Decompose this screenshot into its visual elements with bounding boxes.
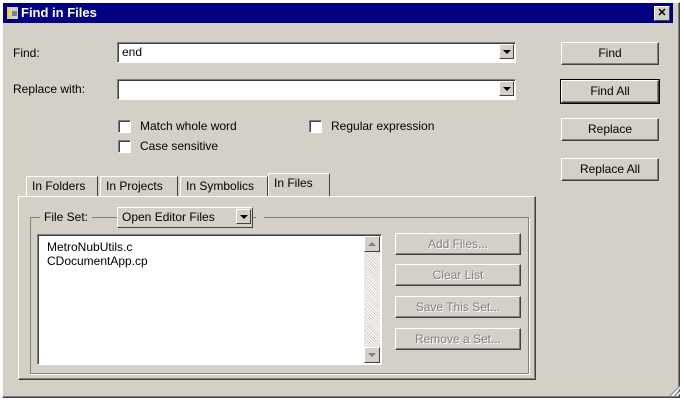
clear-list-button[interactable]: Clear List [395, 264, 521, 286]
match-whole-word-checkbox[interactable] [118, 120, 131, 133]
close-icon: ✕ [657, 7, 667, 19]
group-gap [256, 217, 264, 233]
replace-combo[interactable] [117, 79, 516, 100]
remove-a-set-button[interactable]: Remove a Set... [395, 328, 521, 350]
tab-in-projects[interactable]: In Projects [100, 176, 178, 196]
regular-expression-checkbox[interactable] [309, 120, 322, 133]
file-set-label: File Set: [40, 210, 93, 225]
file-list[interactable]: MetroNubUtils.c CDocumentApp.cp [37, 234, 382, 365]
find-dropdown-button[interactable] [499, 44, 514, 59]
list-item[interactable]: CDocumentApp.cp [47, 254, 148, 268]
replace-dropdown-button[interactable] [499, 81, 514, 96]
file-list-scrollbar[interactable] [364, 236, 380, 363]
tab-in-folders[interactable]: In Folders [26, 176, 98, 196]
scroll-up-button[interactable] [364, 236, 380, 252]
regular-expression-label: Regular expression [331, 119, 435, 133]
close-button[interactable]: ✕ [654, 6, 670, 21]
scroll-down-button[interactable] [364, 347, 380, 363]
file-set-dropdown[interactable]: Open Editor Files [117, 207, 253, 228]
find-input[interactable]: end [122, 45, 142, 60]
case-sensitive-label: Case sensitive [140, 139, 219, 153]
find-combo[interactable]: end [117, 42, 516, 63]
file-set-dropdown-button[interactable] [236, 209, 251, 224]
window-title: Find in Files [21, 5, 97, 20]
find-button[interactable]: Find [561, 42, 659, 65]
replace-label: Replace with: [13, 82, 86, 96]
tab-in-symbolics[interactable]: In Symbolics [180, 176, 268, 196]
tab-in-files[interactable]: In Files [268, 173, 330, 196]
title-bar[interactable]: Find in Files ✕ [3, 3, 673, 23]
replace-all-button[interactable]: Replace All [561, 158, 659, 181]
list-item[interactable]: MetroNubUtils.c [47, 240, 132, 254]
match-whole-word-label: Match whole word [140, 119, 237, 133]
file-set-value: Open Editor Files [122, 210, 215, 224]
save-this-set-button[interactable]: Save This Set... [395, 296, 521, 318]
find-label: Find: [13, 46, 40, 60]
find-all-button[interactable]: Find All [560, 79, 660, 104]
case-sensitive-checkbox[interactable] [118, 140, 131, 153]
resize-grip-icon[interactable] [668, 384, 680, 396]
add-files-button[interactable]: Add Files... [395, 233, 521, 255]
replace-button[interactable]: Replace [561, 118, 659, 141]
window-icon [7, 7, 18, 19]
